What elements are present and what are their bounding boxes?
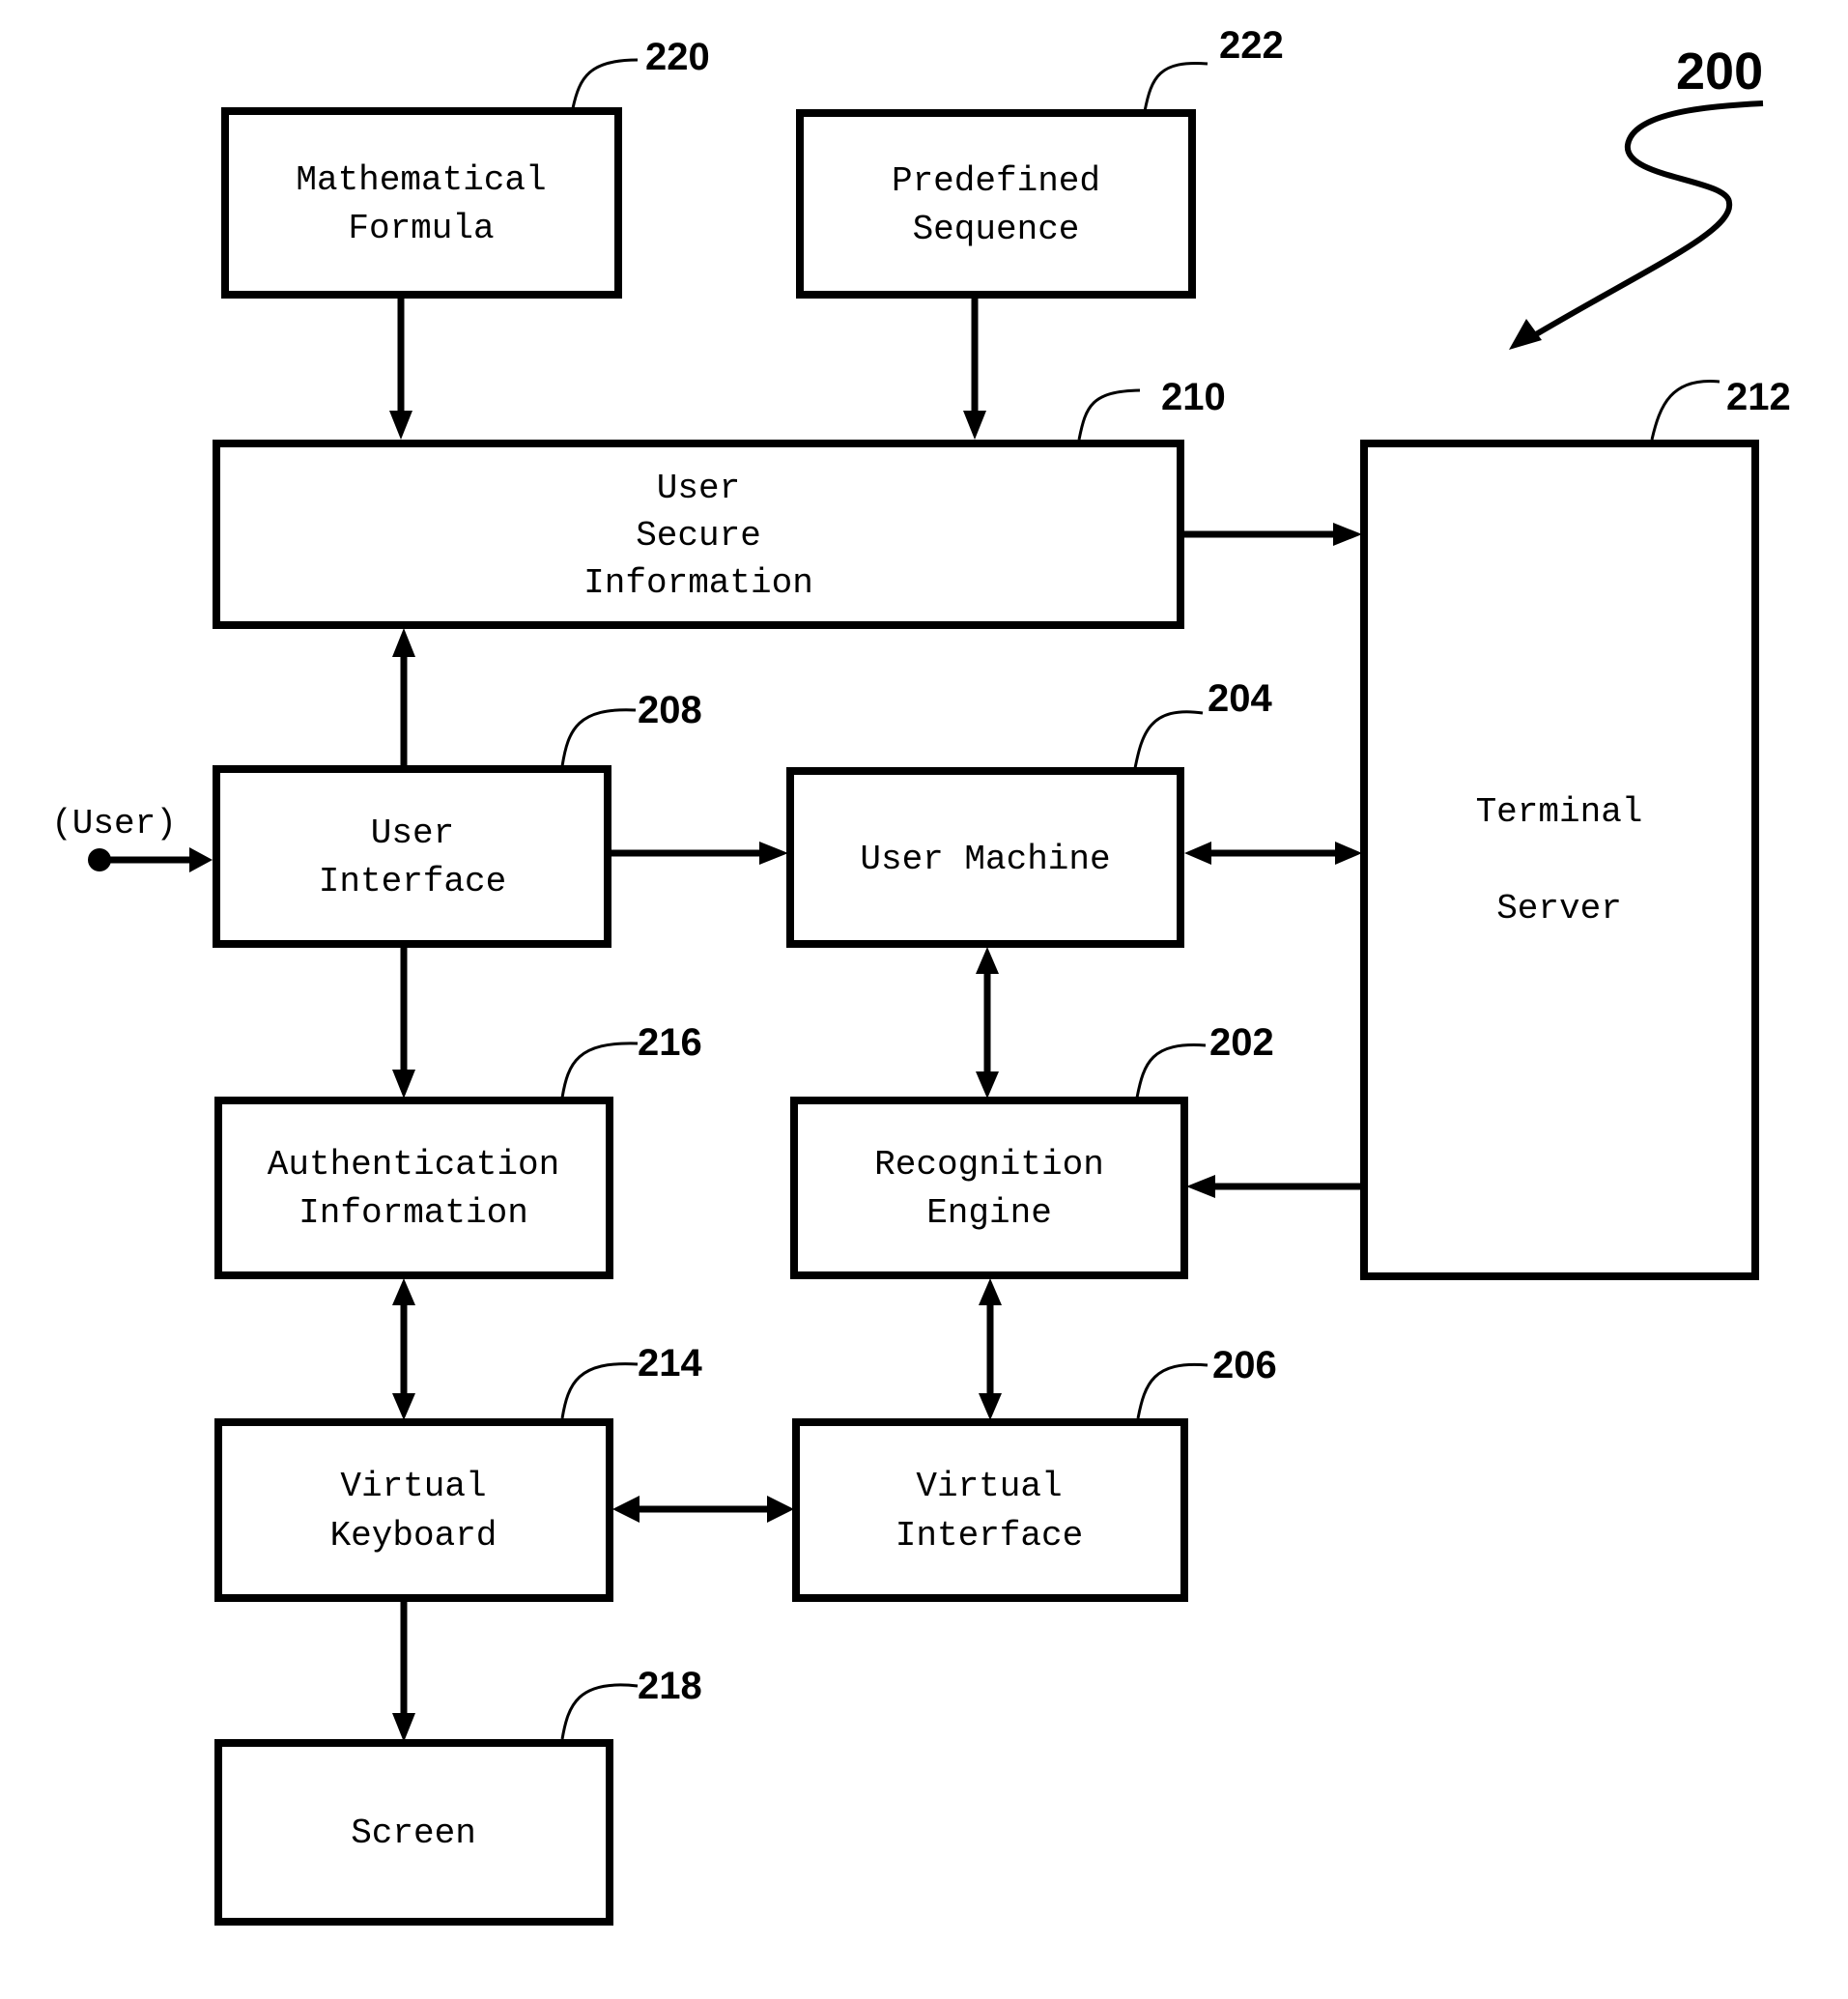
virtual-interface-line-2: Interface — [896, 1516, 1083, 1556]
block-diagram: 200 Mathematical Formula 220 Predefined … — [51, 24, 1791, 1926]
ref-leader-216 — [560, 1042, 639, 1099]
user-secure-information-line-2: Secure — [636, 516, 761, 556]
predefined-sequence-line-2: Sequence — [913, 210, 1080, 249]
arrowhead-recognition-to-machine — [976, 947, 999, 974]
ref-leader-208 — [560, 708, 637, 767]
virtual-interface-box — [792, 1418, 1188, 1602]
ref-222: 222 — [1219, 24, 1284, 67]
terminal-server-line-2: Server — [1496, 889, 1622, 928]
terminal-server-box — [1360, 440, 1759, 1280]
arrowhead-sequence-to-secure — [963, 411, 986, 440]
virtual-interface-line-1: Virtual — [916, 1467, 1062, 1506]
arrowhead-formula-to-secure — [389, 411, 412, 440]
ref-216: 216 — [638, 1021, 702, 1064]
block-recognition-engine: Recognition Engine 202 — [790, 1021, 1274, 1279]
ref-218: 218 — [638, 1665, 702, 1707]
arrowhead-auth-to-keyboard — [392, 1393, 415, 1420]
virtual-keyboard-line-1: Virtual — [340, 1467, 486, 1506]
recognition-engine-line-2: Engine — [926, 1193, 1052, 1233]
arrowhead-keyboard-to-screen — [392, 1713, 415, 1742]
ref-leader-204 — [1133, 710, 1204, 769]
terminal-server-line-1: Terminal — [1476, 792, 1643, 832]
user-input-label: (User) — [51, 804, 177, 843]
ref-leader-206 — [1136, 1362, 1208, 1419]
recognition-engine-line-1: Recognition — [874, 1145, 1104, 1185]
arrowhead-recognition-to-vi — [979, 1393, 1002, 1420]
virtual-keyboard-line-2: Keyboard — [330, 1516, 498, 1556]
block-screen: Screen 218 — [214, 1665, 702, 1926]
arrowhead-server-to-machine — [1184, 842, 1211, 865]
figure-reference: 200 — [1509, 43, 1764, 350]
arrowhead-secure-to-server — [1333, 523, 1362, 546]
arrowhead-ui-to-auth — [392, 1070, 415, 1099]
user-input: (User) — [51, 804, 213, 872]
ref-220: 220 — [645, 36, 710, 78]
user-secure-information-line-1: User — [657, 469, 740, 508]
block-terminal-server: Terminal Server 212 — [1360, 376, 1791, 1280]
ref-leader-214 — [560, 1362, 639, 1419]
block-authentication-information: Authentication Information 216 — [214, 1021, 702, 1279]
ref-leader-212 — [1650, 379, 1720, 441]
ref-210: 210 — [1161, 376, 1226, 418]
ref-202: 202 — [1209, 1021, 1274, 1064]
block-mathematical-formula: Mathematical Formula 220 — [221, 36, 710, 299]
ref-leader-220 — [571, 58, 639, 109]
screen-line-1: Screen — [351, 1813, 476, 1853]
ref-208: 208 — [638, 689, 702, 731]
ref-leader-222 — [1143, 61, 1208, 112]
arrowhead-vi-to-keyboard — [612, 1496, 640, 1523]
user-interface-line-2: Interface — [319, 862, 506, 901]
ref-leader-218 — [560, 1683, 639, 1740]
authentication-information-line-2: Information — [299, 1193, 528, 1233]
user-machine-line-1: User Machine — [860, 840, 1110, 879]
arrowhead-ui-to-machine — [759, 842, 788, 865]
arrowhead-machine-to-recognition — [976, 1071, 999, 1099]
block-user-machine: User Machine 204 — [786, 677, 1272, 948]
mathematical-formula-line-1: Mathematical — [296, 160, 546, 200]
arrowhead-keyboard-to-auth — [392, 1278, 415, 1305]
authentication-information-box — [214, 1097, 613, 1279]
block-predefined-sequence: Predefined Sequence 222 — [796, 24, 1284, 299]
authentication-information-line-1: Authentication — [268, 1145, 559, 1185]
arrowhead-machine-to-server — [1335, 842, 1362, 865]
arrowhead-ui-to-secure — [392, 628, 415, 657]
figure-pointer-arrowhead — [1509, 319, 1542, 350]
block-user-interface: User Interface 208 — [213, 689, 702, 948]
recognition-engine-box — [790, 1097, 1188, 1279]
user-interface-line-1: User — [371, 814, 454, 853]
predefined-sequence-line-1: Predefined — [892, 161, 1100, 201]
ref-214: 214 — [638, 1342, 702, 1385]
virtual-keyboard-box — [214, 1418, 613, 1602]
ref-leader-202 — [1135, 1043, 1207, 1099]
user-interface-box — [213, 765, 611, 948]
block-user-secure-information: User Secure Information 210 — [213, 376, 1226, 629]
arrowhead-vi-to-recognition — [979, 1278, 1002, 1305]
ref-206: 206 — [1212, 1344, 1277, 1386]
ref-204: 204 — [1208, 677, 1272, 720]
predefined-sequence-box — [796, 109, 1196, 299]
ref-leader-210 — [1077, 388, 1141, 441]
arrowhead-keyboard-to-vi — [767, 1496, 794, 1523]
block-virtual-keyboard: Virtual Keyboard 214 — [214, 1342, 702, 1602]
mathematical-formula-line-2: Formula — [348, 209, 494, 248]
block-virtual-interface: Virtual Interface 206 — [792, 1344, 1277, 1602]
arrowhead-server-to-recognition — [1186, 1175, 1215, 1198]
mathematical-formula-box — [221, 107, 622, 299]
user-secure-information-line-3: Information — [583, 563, 813, 603]
figure-pointer-line — [1520, 100, 1764, 346]
figure-ref-label: 200 — [1676, 43, 1763, 100]
ref-212: 212 — [1726, 376, 1791, 418]
user-input-arrowhead — [189, 847, 213, 872]
